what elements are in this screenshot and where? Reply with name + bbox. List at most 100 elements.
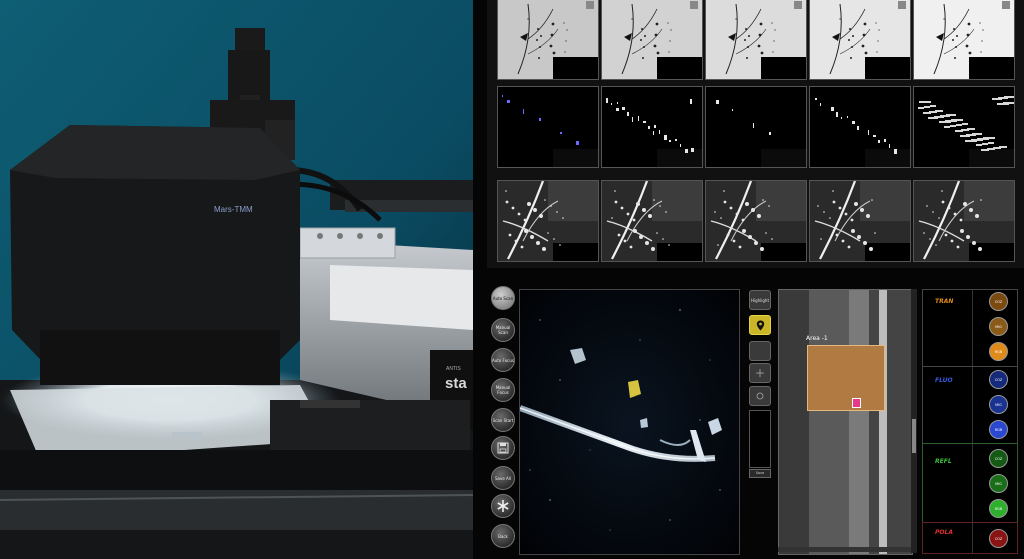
map-vertical-scrollbar[interactable] [911, 289, 917, 553]
tran-mig-label: MIG [995, 324, 1002, 329]
channel-title-refl: REFL [935, 458, 952, 465]
channel-divider [972, 523, 973, 553]
fluo-mig-button[interactable]: MIG [989, 395, 1008, 414]
thumbnail-image [810, 87, 910, 167]
tool-small-button[interactable]: Save [749, 469, 771, 478]
thumbnail-image [706, 181, 806, 261]
manual-focus-button[interactable]: Manual Focus [491, 378, 515, 402]
save-all-button[interactable]: Save All [491, 466, 515, 490]
tool-button-3[interactable] [749, 386, 771, 406]
thumbnail-image [498, 0, 598, 79]
thumbnail-image [810, 0, 910, 79]
overview-map[interactable]: Area -1 [778, 289, 913, 555]
scan-thumbnail[interactable] [601, 180, 703, 262]
scan-thumbnail[interactable] [601, 86, 703, 168]
map-strip [849, 290, 869, 554]
refl-rgb-button[interactable]: RGB [989, 499, 1008, 518]
asterisk-icon [497, 500, 509, 512]
thumbnail-image [498, 87, 598, 167]
scan-thumbnail[interactable] [705, 86, 807, 168]
thumbnail-image [706, 87, 806, 167]
tran-coz-button[interactable]: COZ [989, 292, 1008, 311]
area-label: Area -1 [806, 335, 828, 342]
channel-title-fluo: FLUO [935, 377, 953, 384]
back-label: Back [498, 533, 508, 539]
scan-thumbnail[interactable] [809, 180, 911, 262]
channel-title-pola: POLA [935, 529, 953, 536]
channel-panel-pola: POLA COZ [922, 522, 1018, 554]
live-view-image [520, 290, 739, 554]
save-disk-button[interactable] [491, 436, 515, 460]
manual-focus-label: Manual Focus [495, 385, 511, 395]
thumbnail-image [602, 0, 702, 79]
scan-thumbnail[interactable] [913, 86, 1015, 168]
side-label: ANTIS [446, 366, 461, 372]
scrollbar-thumb[interactable] [912, 419, 916, 453]
scan-thumbnail[interactable] [705, 0, 807, 80]
channel-title-tran: TRAN [935, 298, 954, 305]
auto-scan-button[interactable]: Auto Scan [491, 286, 515, 310]
tool-preview-box [749, 410, 771, 468]
refl-coz-label: COZ [994, 456, 1003, 461]
save-all-label: Save All [494, 475, 512, 481]
thumbnail-grid [487, 0, 1024, 268]
scan-thumbnail[interactable] [913, 0, 1015, 80]
refl-mig-label: MIG [995, 481, 1002, 486]
fluo-coz-button[interactable]: COZ [989, 370, 1008, 389]
refl-mig-button[interactable]: MIG [989, 474, 1008, 493]
scan-start-button[interactable]: Scan Start [491, 408, 515, 432]
channel-divider [972, 444, 973, 522]
location-pin-icon [756, 320, 764, 330]
scan-software: Auto Scan Manual Scan Auto Focus Manual … [473, 0, 1024, 559]
live-microscope-view[interactable] [519, 289, 740, 555]
crosshair-icon [756, 369, 764, 377]
tool-button-2[interactable] [749, 363, 771, 383]
channel-panel-fluo: FLUO COZ MIG RGB [922, 366, 1018, 444]
floppy-disk-icon [497, 442, 509, 454]
scan-area-region[interactable]: Area -1 [806, 335, 885, 411]
scan-thumbnail[interactable] [809, 0, 911, 80]
map-horizontal-scrollbar[interactable] [778, 547, 911, 552]
thumbnail-image [602, 181, 702, 261]
move-icon [756, 392, 764, 400]
scan-start-label: Scan Start [492, 417, 514, 423]
pola-coz-button[interactable]: COZ [989, 529, 1008, 548]
area-position-marker[interactable] [852, 398, 861, 408]
refl-rgb-label: RGB [994, 506, 1003, 511]
map-strip [779, 290, 809, 554]
map-strip [879, 290, 887, 554]
device-photo: sta ANTIS Mars-TMM [0, 0, 473, 559]
fluo-rgb-label: RGB [994, 427, 1003, 432]
location-pin-button[interactable] [749, 315, 771, 335]
tran-rgb-button[interactable]: RGB [989, 342, 1008, 361]
channel-panel-refl: REFL COZ MIG RGB [922, 443, 1018, 523]
manual-scan-label: Manual Scan [495, 325, 511, 335]
highlight-button[interactable]: Highlight [749, 290, 771, 310]
thumbnail-image [498, 181, 598, 261]
scan-thumbnail[interactable] [601, 0, 703, 80]
scan-thumbnail[interactable] [705, 180, 807, 262]
highlight-label: Highlight [750, 297, 770, 303]
thumbnail-image [914, 87, 1014, 167]
device-photo-illustration: sta ANTIS Mars-TMM [0, 0, 473, 559]
scan-thumbnail[interactable] [497, 86, 599, 168]
auto-focus-button[interactable]: Auto Focus [491, 348, 515, 372]
settings-asterisk-button[interactable] [491, 494, 515, 518]
pola-coz-label: COZ [994, 536, 1003, 541]
thumbnail-image [602, 87, 702, 167]
brand-label: Mars-TMM [214, 205, 253, 214]
channel-panel-tran: TRAN COZ MIG RGB [922, 289, 1018, 367]
scan-thumbnail[interactable] [497, 0, 599, 80]
tool-button-1[interactable] [749, 341, 771, 361]
tran-rgb-label: RGB [994, 349, 1003, 354]
manual-scan-button[interactable]: Manual Scan [491, 318, 515, 342]
tran-mig-button[interactable]: MIG [989, 317, 1008, 336]
scan-thumbnail[interactable] [497, 180, 599, 262]
fluo-rgb-button[interactable]: RGB [989, 420, 1008, 439]
scan-thumbnail[interactable] [809, 86, 911, 168]
auto-scan-label: Auto Scan [492, 295, 514, 301]
refl-coz-button[interactable]: COZ [989, 449, 1008, 468]
stage-label: sta [445, 375, 467, 392]
scan-thumbnail[interactable] [913, 180, 1015, 262]
back-button[interactable]: Back [491, 524, 515, 548]
